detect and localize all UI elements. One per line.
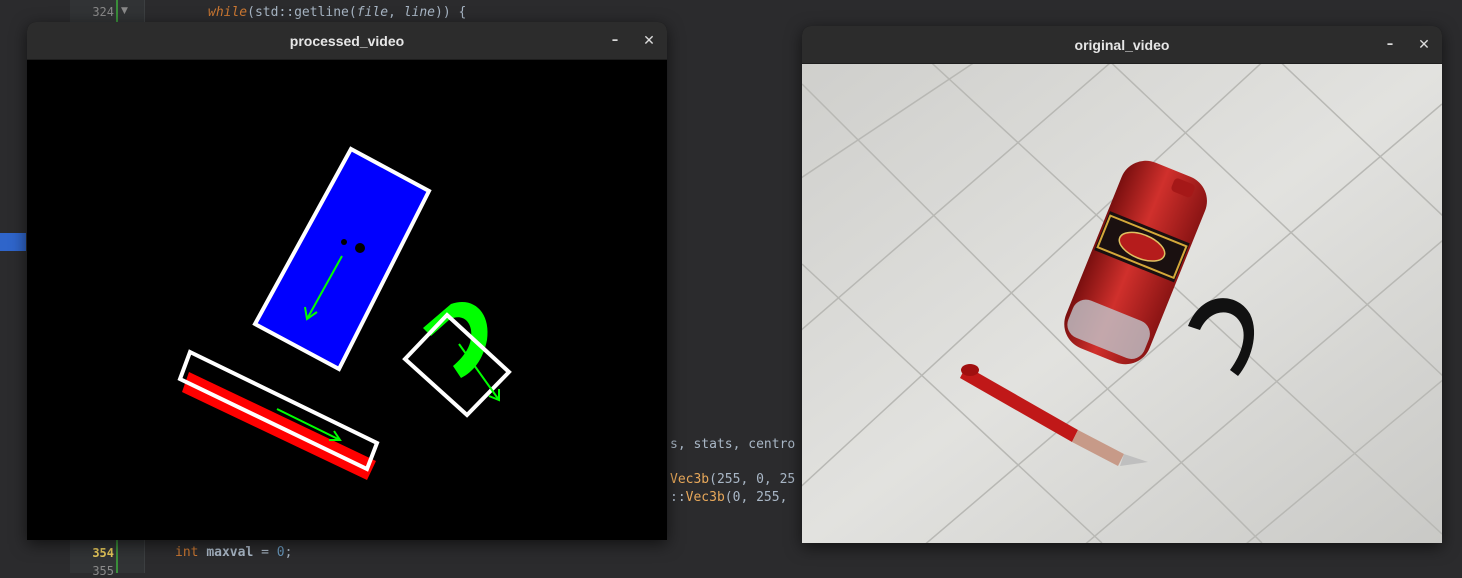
change-marker <box>116 0 118 22</box>
line-number: 324 <box>92 5 114 19</box>
camera-image <box>802 43 1442 543</box>
window-title: original_video <box>1074 36 1170 53</box>
line-number: 355 <box>92 564 114 578</box>
original-video-frame <box>802 43 1442 543</box>
original-video-titlebar[interactable]: original_video – ✕ <box>802 26 1442 64</box>
code-line-maxval[interactable]: int maxval = 0; <box>175 545 292 560</box>
processed-video-frame <box>27 60 667 540</box>
code-line-while[interactable]: while(std::getline(file, line)) { <box>208 5 466 20</box>
code-fragment[interactable]: s, stats, centro <box>670 437 795 452</box>
blob-hole <box>355 243 365 253</box>
blob-hole <box>341 239 347 245</box>
window-title: processed_video <box>289 32 405 49</box>
scroll-indicator <box>0 233 26 251</box>
close-button[interactable]: ✕ <box>1414 35 1434 55</box>
line-number-current: 354 <box>92 546 114 560</box>
fold-arrow-icon[interactable]: ▼ <box>121 6 128 16</box>
original-video-window[interactable]: original_video – ✕ <box>802 26 1442 543</box>
segmentation-canvas <box>177 146 512 480</box>
change-marker <box>116 538 118 573</box>
green-blob <box>423 301 488 378</box>
minimize-button[interactable]: – <box>605 31 625 51</box>
close-button[interactable]: ✕ <box>639 31 659 51</box>
code-fragment[interactable]: Vec3b(255, 0, 25 <box>670 472 795 487</box>
code-fragment[interactable]: ::Vec3b(0, 255, <box>670 490 787 505</box>
processed-video-titlebar[interactable]: processed_video – ✕ <box>27 22 667 60</box>
minimize-button[interactable]: – <box>1380 35 1400 55</box>
processed-video-window[interactable]: processed_video – ✕ <box>27 22 667 540</box>
